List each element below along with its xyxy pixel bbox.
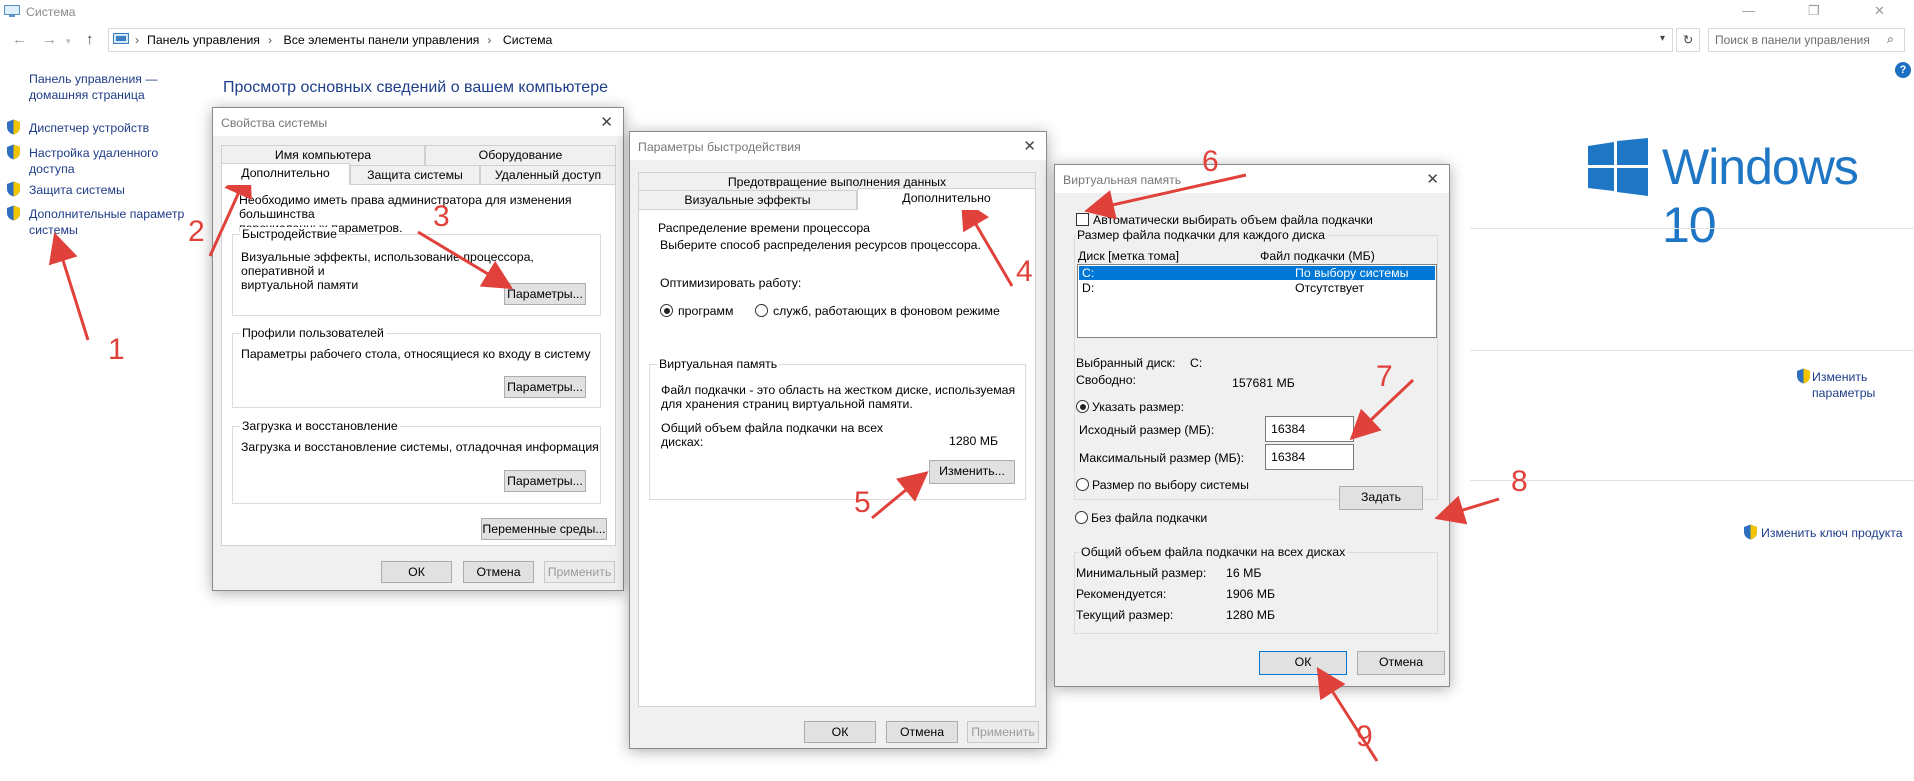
arrow-8: [1434, 495, 1500, 525]
annotation-number-7: 7: [1376, 360, 1393, 393]
tab-advanced[interactable]: Дополнительно: [857, 188, 1036, 210]
annotation-number-9: 9: [1356, 720, 1373, 753]
arrow-6: [1084, 173, 1247, 220]
annotation-number-6: 6: [1202, 145, 1219, 178]
annotation-number-3: 3: [433, 200, 450, 233]
annotation-number-4: 4: [1016, 255, 1033, 288]
arrow-1: [48, 232, 90, 341]
tab-advanced[interactable]: Дополнительно: [221, 163, 350, 185]
arrow-5: [871, 471, 929, 520]
annotation-number-1: 1: [108, 333, 125, 366]
annotation-number-2: 2: [188, 215, 205, 248]
arrow-3: [417, 230, 514, 290]
annotation-number-5: 5: [854, 486, 871, 519]
annotation-number-8: 8: [1511, 465, 1528, 498]
annotation-arrows: [48, 166, 1500, 762]
arrow-4: [960, 198, 1014, 287]
